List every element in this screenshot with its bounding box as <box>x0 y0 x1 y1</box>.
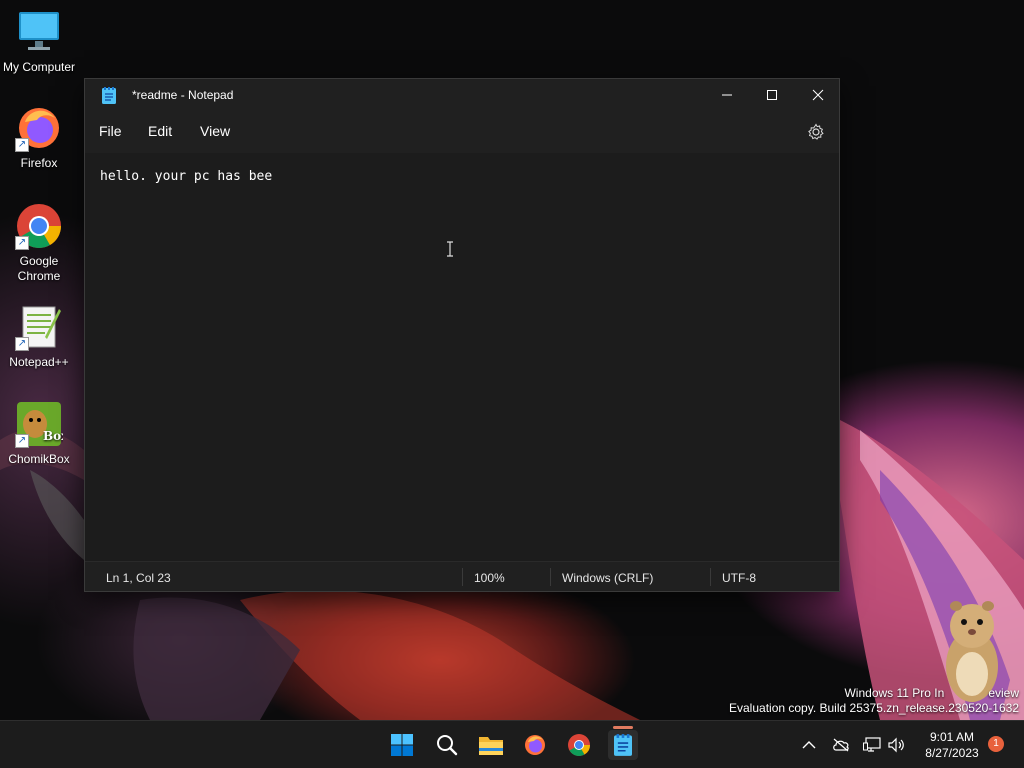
menu-edit[interactable]: Edit <box>148 123 172 139</box>
windows-watermark: Windows 11 Pro In eview Evaluation copy. … <box>729 686 1019 716</box>
windows-start-icon <box>391 734 413 756</box>
chevron-up-icon <box>802 741 816 749</box>
watermark-line2: Evaluation copy. Build 25375.zn_release.… <box>729 701 1019 715</box>
chrome-icon <box>568 734 590 756</box>
desktop-icon-my-computer[interactable]: My Computer <box>0 8 78 75</box>
watermark-line1: Windows 11 Pro In eview <box>844 686 1019 700</box>
cloud-offline-icon <box>833 738 849 752</box>
status-divider <box>710 568 711 586</box>
chrome-icon: ↗ <box>15 202 63 250</box>
settings-gear-icon[interactable] <box>807 123 825 141</box>
menu-file[interactable]: File <box>99 123 122 139</box>
desktop-icon-notepadpp[interactable]: ↗ Notepad++ <box>0 303 78 370</box>
minimize-button[interactable] <box>704 79 750 111</box>
clock-date: 8/27/2023 <box>925 746 979 760</box>
close-button[interactable] <box>795 79 841 111</box>
desktop-icon-chomikbox[interactable]: Box ↗ ChomikBox <box>0 400 78 467</box>
status-zoom: 100% <box>474 571 505 585</box>
desktop-icon-label: Google Chrome <box>17 254 61 283</box>
maximize-button[interactable] <box>749 79 795 111</box>
notepadpp-icon: ↗ <box>15 303 63 351</box>
menu-bar: File Edit View <box>85 111 839 153</box>
shortcut-arrow-icon: ↗ <box>15 138 29 152</box>
clock-time: 9:01 AM <box>929 730 975 744</box>
desktop-icon-firefox[interactable]: ↗ Firefox <box>0 104 78 171</box>
notification-badge[interactable]: 1 <box>988 736 1004 752</box>
desktop-icon-label: Firefox <box>20 156 58 170</box>
active-app-indicator <box>613 726 633 729</box>
firefox-icon: ↗ <box>15 104 63 152</box>
notepad-app-icon <box>102 87 116 104</box>
desktop-icon-label: Notepad++ <box>9 355 69 369</box>
desktop-icon-google-chrome[interactable]: ↗ Google Chrome <box>0 202 78 284</box>
chomikbox-icon: Box ↗ <box>15 400 69 448</box>
close-icon <box>812 89 824 101</box>
search-icon <box>437 735 458 756</box>
maximize-icon <box>767 90 777 100</box>
file-explorer-button[interactable] <box>476 730 506 760</box>
desktop-icon-label: My Computer <box>2 60 76 74</box>
menu-view[interactable]: View <box>200 123 230 139</box>
search-button[interactable] <box>432 730 462 760</box>
svg-text:Box: Box <box>43 429 63 443</box>
file-explorer-icon <box>479 737 503 755</box>
status-position: Ln 1, Col 23 <box>106 571 171 585</box>
text-editor[interactable]: hello. your pc has bee <box>85 153 839 561</box>
editor-content: hello. your pc has bee <box>100 169 273 184</box>
shortcut-arrow-icon: ↗ <box>15 434 29 448</box>
start-button[interactable] <box>387 730 417 760</box>
status-line-ending: Windows (CRLF) <box>562 571 654 585</box>
status-divider <box>462 568 463 586</box>
shortcut-arrow-icon: ↗ <box>15 236 29 250</box>
show-hidden-icons-button[interactable] <box>799 735 819 755</box>
shortcut-arrow-icon: ↗ <box>15 337 29 351</box>
status-divider <box>550 568 551 586</box>
speaker-icon <box>888 737 904 753</box>
monitor-icon <box>15 8 63 56</box>
notepad-icon <box>614 734 632 756</box>
onedrive-status[interactable] <box>831 735 851 755</box>
notepad-taskbar-button[interactable] <box>608 730 638 760</box>
system-clock[interactable]: 9:01 AM 8/27/2023 <box>912 729 992 761</box>
title-bar[interactable]: *readme - Notepad <box>85 79 839 111</box>
chrome-taskbar-button[interactable] <box>564 730 594 760</box>
firefox-taskbar-button[interactable] <box>520 730 550 760</box>
network-status[interactable] <box>862 735 882 755</box>
firefox-icon <box>525 735 545 755</box>
desktop-icon-label: ChomikBox <box>8 452 70 466</box>
text-cursor-icon <box>447 241 453 257</box>
window-title: *readme - Notepad <box>132 88 234 102</box>
network-icon <box>863 737 881 752</box>
minimize-icon <box>722 94 732 96</box>
volume-control[interactable] <box>886 735 906 755</box>
notepad-window[interactable]: *readme - Notepad File Edit View hello. … <box>84 78 840 592</box>
taskbar: 9:01 AM 8/27/2023 1 <box>0 720 1024 768</box>
status-encoding: UTF-8 <box>722 571 756 585</box>
status-bar: Ln 1, Col 23 100% Windows (CRLF) UTF-8 <box>85 561 839 591</box>
